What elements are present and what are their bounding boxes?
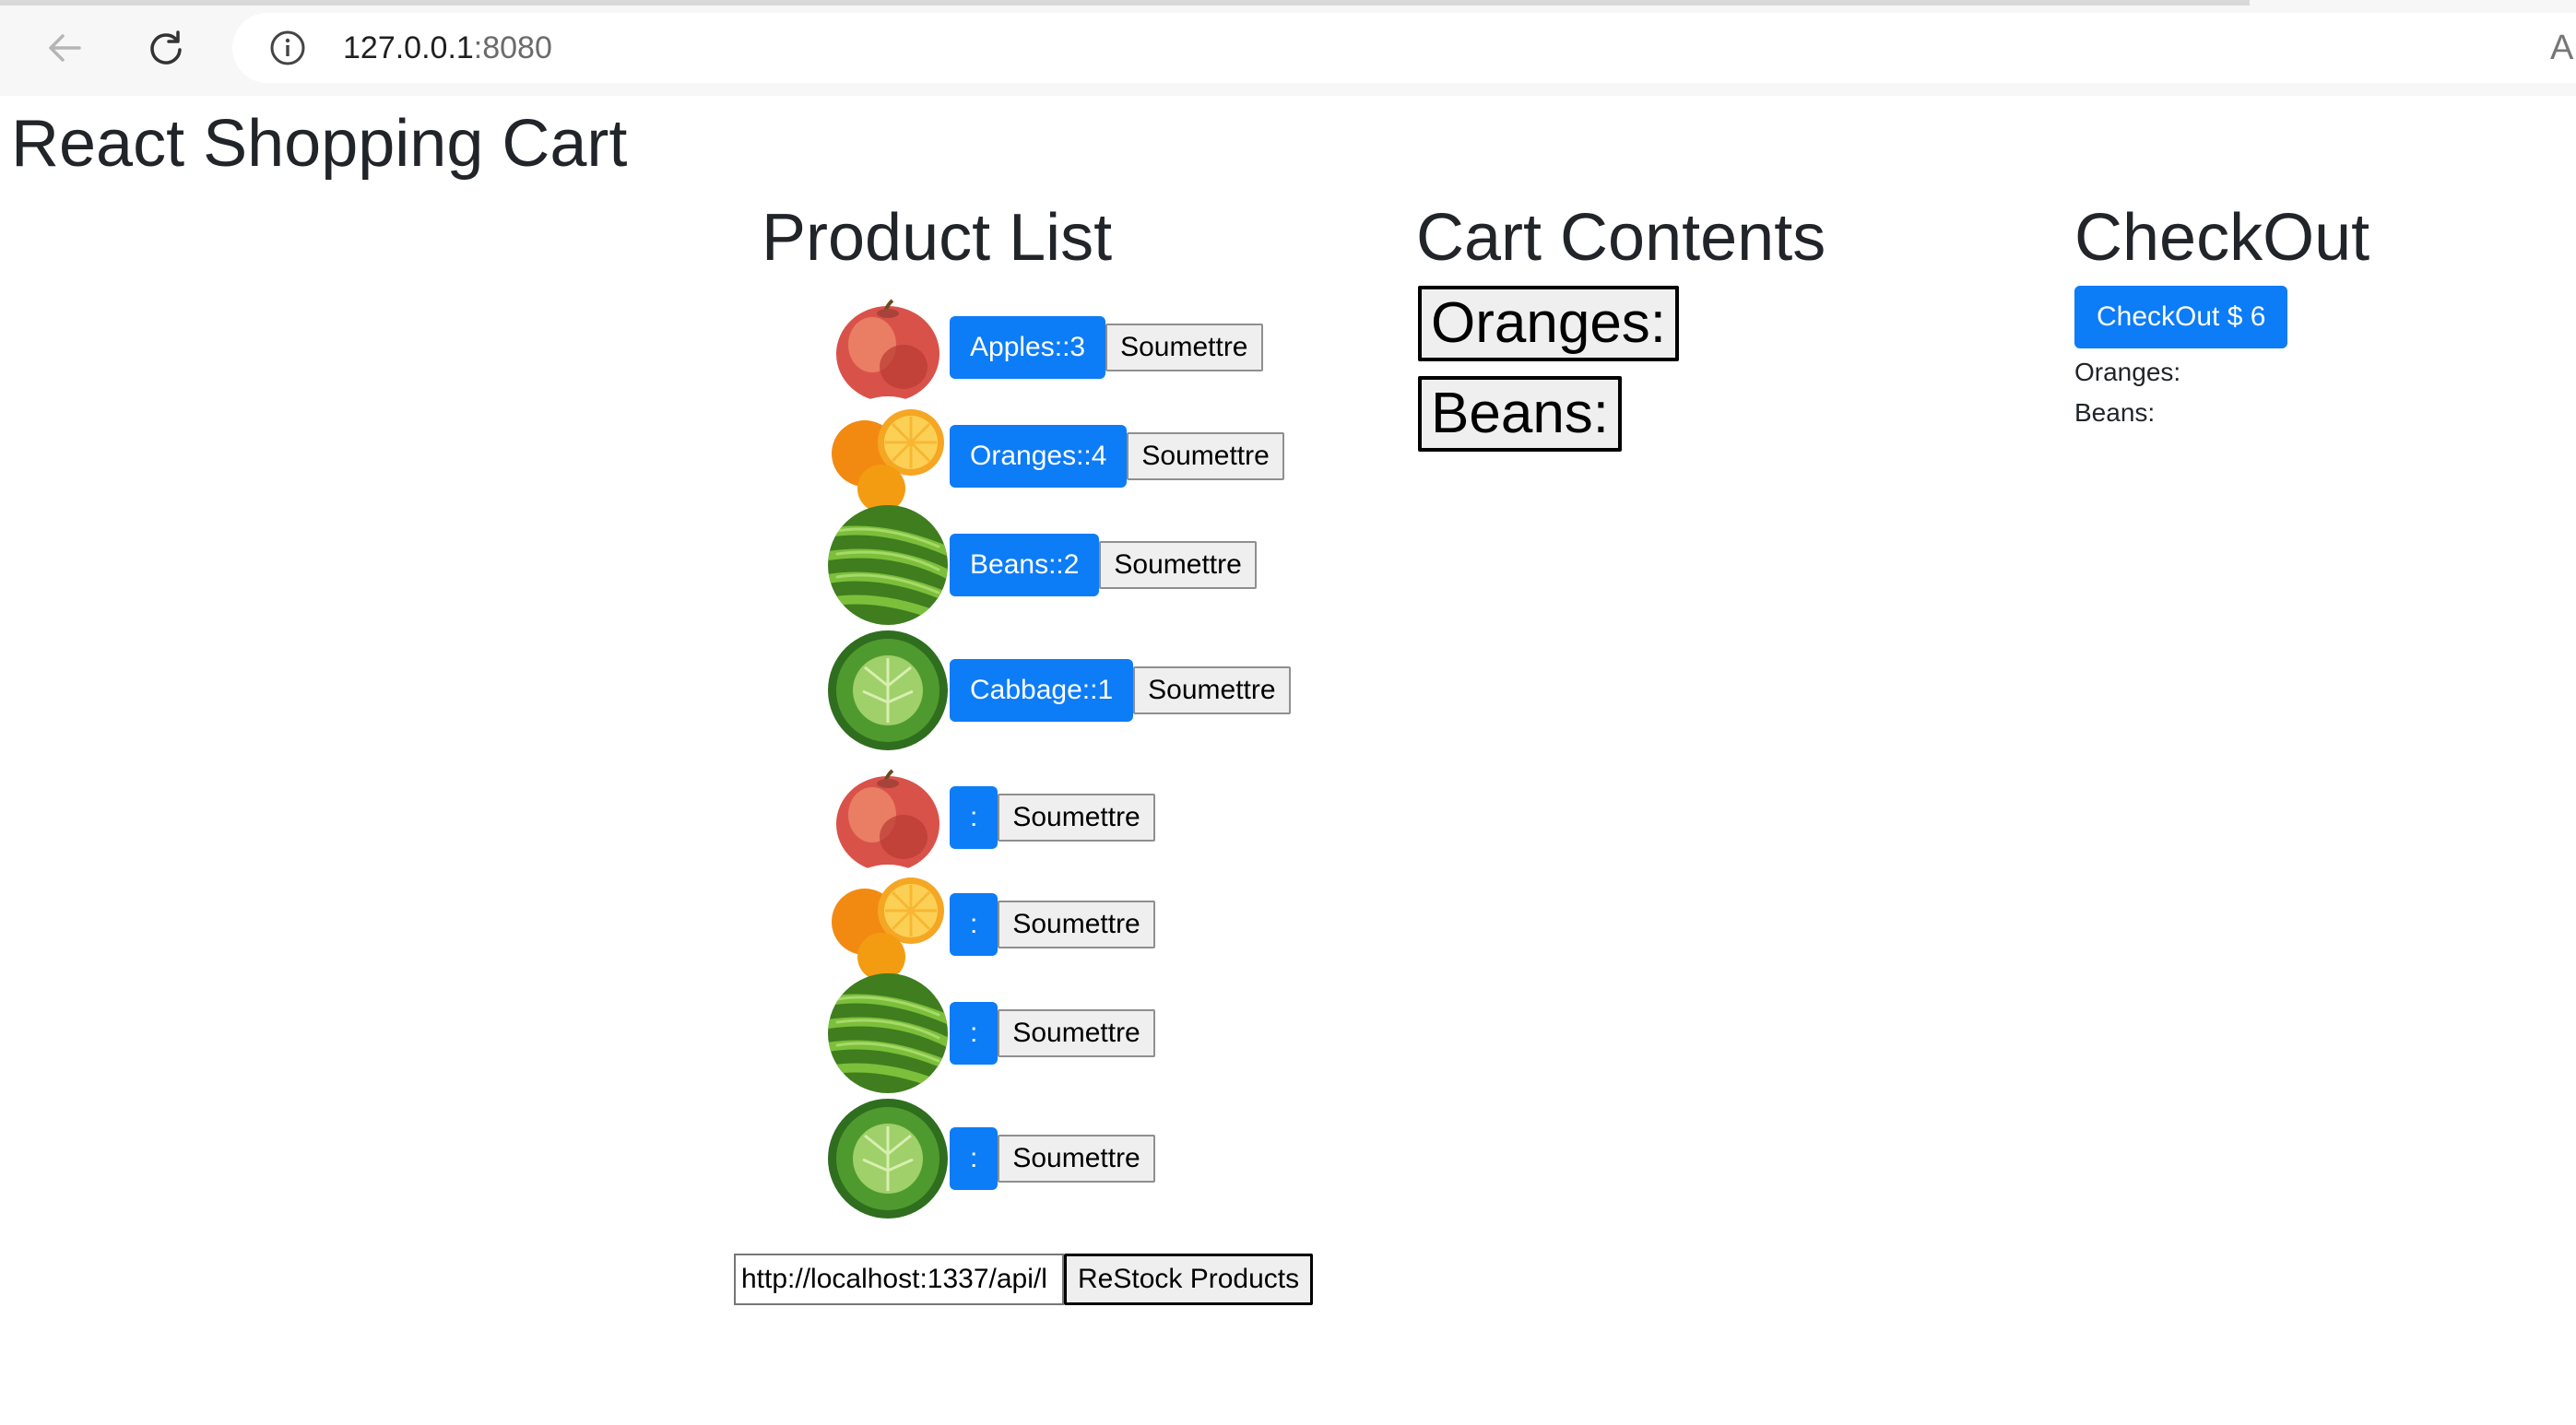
read-aloud-icon[interactable]: A bbox=[2550, 26, 2573, 70]
apple-image bbox=[828, 288, 948, 407]
restock-button[interactable]: ReStock Products bbox=[1064, 1254, 1314, 1305]
product-apples-button[interactable]: Apples::3 bbox=[950, 316, 1106, 379]
product-empty-button[interactable]: : bbox=[950, 1002, 998, 1065]
submit-button[interactable]: Soumettre bbox=[998, 1009, 1155, 1057]
submit-button[interactable]: Soumettre bbox=[1099, 541, 1257, 589]
reload-icon bbox=[150, 30, 182, 65]
address-bar[interactable]: 127.0.0.1:8080 bbox=[232, 13, 2576, 83]
product-row: Beans::2 Soumettre bbox=[828, 505, 1257, 625]
restock-form: http://localhost:1337/api/l ReStock Prod… bbox=[734, 1254, 1314, 1305]
product-row: : Soumettre bbox=[828, 973, 1155, 1093]
apple-image bbox=[828, 758, 948, 877]
product-row: : Soumettre bbox=[828, 1099, 1155, 1219]
url-text[interactable]: 127.0.0.1:8080 bbox=[343, 26, 552, 70]
product-empty-button[interactable]: : bbox=[950, 893, 998, 956]
beans-image bbox=[828, 973, 948, 1093]
checkout-line-beans: Beans: bbox=[2074, 398, 2156, 427]
orange-image bbox=[828, 396, 948, 516]
submit-button[interactable]: Soumettre bbox=[1127, 432, 1284, 480]
info-icon[interactable] bbox=[269, 29, 306, 66]
submit-button[interactable]: Soumettre bbox=[998, 901, 1155, 948]
checkout-line-oranges: Oranges: bbox=[2074, 358, 2181, 386]
restock-url-input[interactable]: http://localhost:1337/api/l bbox=[734, 1254, 1064, 1305]
cart-contents-heading: Cart Contents bbox=[1416, 201, 1826, 275]
cart-item-beans[interactable]: Beans: bbox=[1418, 376, 1623, 452]
submit-button[interactable]: Soumettre bbox=[1105, 324, 1263, 371]
checkout-button[interactable]: CheckOut $ 6 bbox=[2074, 286, 2288, 348]
page-title: React Shopping Cart bbox=[11, 107, 628, 181]
back-button[interactable] bbox=[37, 20, 92, 76]
cart-item-oranges[interactable]: Oranges: bbox=[1418, 286, 1680, 361]
product-oranges-button[interactable]: Oranges::4 bbox=[950, 425, 1128, 488]
url-host: 127.0.0.1 bbox=[343, 30, 474, 65]
product-row: Cabbage::1 Soumettre bbox=[828, 630, 1291, 750]
product-row: Oranges::4 Soumettre bbox=[828, 396, 1284, 516]
product-list-heading: Product List bbox=[762, 201, 1113, 275]
loading-bar bbox=[0, 0, 2250, 6]
submit-button[interactable]: Soumettre bbox=[1133, 666, 1291, 714]
page-content: React Shopping Cart Product List Cart Co… bbox=[9, 96, 2576, 1425]
orange-image bbox=[828, 865, 948, 984]
product-cabbage-button[interactable]: Cabbage::1 bbox=[950, 659, 1134, 722]
product-row: : Soumettre bbox=[828, 758, 1155, 877]
product-empty-button[interactable]: : bbox=[950, 1127, 998, 1190]
checkout-heading: CheckOut bbox=[2074, 201, 2370, 275]
product-row: Apples::3 Soumettre bbox=[828, 288, 1263, 407]
beans-image bbox=[828, 505, 948, 625]
product-empty-button[interactable]: : bbox=[950, 786, 998, 849]
product-beans-button[interactable]: Beans::2 bbox=[950, 534, 1100, 596]
url-port: :8080 bbox=[473, 30, 552, 65]
submit-button[interactable]: Soumettre bbox=[998, 794, 1155, 842]
product-row: : Soumettre bbox=[828, 865, 1155, 984]
cabbage-image bbox=[828, 1099, 948, 1219]
browser-toolbar: 127.0.0.1:8080 A bbox=[0, 0, 2576, 96]
cabbage-image bbox=[828, 630, 948, 750]
back-arrow-icon bbox=[49, 34, 81, 62]
submit-button[interactable]: Soumettre bbox=[998, 1135, 1155, 1183]
reload-button[interactable] bbox=[138, 20, 194, 76]
